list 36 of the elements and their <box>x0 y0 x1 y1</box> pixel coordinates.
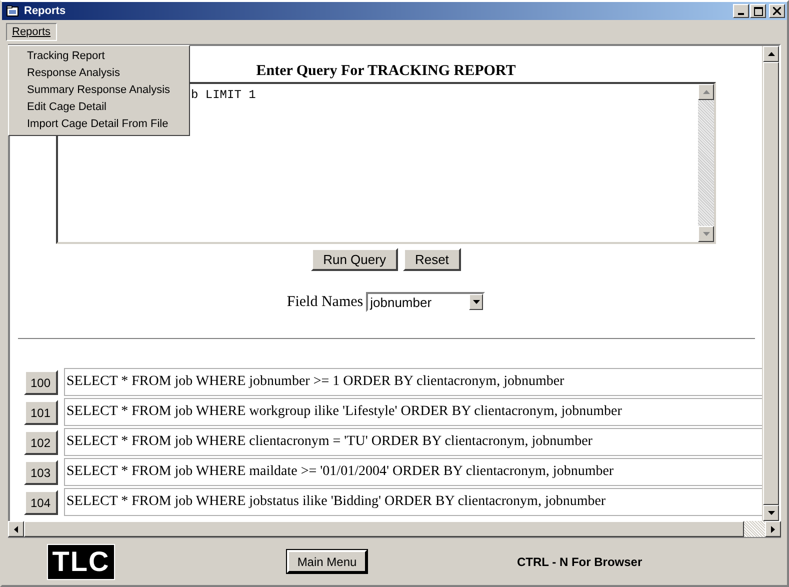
query-cell: SELECT * FROM job WHERE workgroup ilike 'Lifestyle' ORDER BY clientacronym, jobnumber <box>64 398 762 426</box>
menu-item[interactable]: Response Analysis <box>9 65 189 82</box>
keyboard-hint: CTRL - N For Browser <box>517 554 642 568</box>
query-id-button[interactable]: 102 <box>24 430 58 455</box>
query-id-button[interactable]: 104 <box>24 490 58 515</box>
close-button[interactable] <box>769 4 785 18</box>
query-id-button[interactable]: 100 <box>24 370 58 395</box>
menu-bar-item[interactable]: Reports <box>6 23 57 41</box>
company-logo: TLC <box>47 544 115 580</box>
main-menu-button[interactable]: Main Menu <box>287 550 367 573</box>
form-button[interactable]: Run Query <box>311 248 398 271</box>
query-cell: SELECT * FROM job WHERE jobstatus ilike 'Bidding' ORDER BY clientacronym, jobnumber <box>64 488 762 516</box>
form-button[interactable]: Reset <box>402 248 461 271</box>
text-area-scrollbar[interactable] <box>698 84 714 242</box>
maximize-icon <box>754 6 762 16</box>
left-arrow-icon <box>14 526 18 532</box>
query-cell: SELECT * FROM job WHERE maildate >= '01/01/2004' ORDER BY clientacronym, jobnumber <box>64 458 762 486</box>
down-arrow-icon <box>702 232 710 236</box>
query-id-button[interactable]: 101 <box>24 400 58 425</box>
menu-item[interactable]: Tracking Report <box>9 48 189 65</box>
minimize-button[interactable] <box>733 4 749 18</box>
window-title: Reports <box>24 5 67 17</box>
up-arrow-icon <box>702 90 710 94</box>
query-cell: SELECT * FROM job WHERE jobnumber >= 1 ORDER BY clientacronym, jobnumber <box>64 368 762 396</box>
query-heading: Enter Query For TRACKING REPORT <box>256 63 516 81</box>
query-id-button[interactable]: 103 <box>24 460 58 485</box>
close-icon <box>773 7 781 15</box>
window-icon <box>6 5 20 17</box>
query-cell: SELECT * FROM job WHERE clientacronym = 'TU' ORDER BY clientacronym, jobnumber <box>64 428 762 456</box>
field-names-label: Field Names <box>286 294 364 310</box>
right-arrow-icon <box>771 526 775 532</box>
dropdown-arrow-icon <box>472 300 480 304</box>
field-names-dropdown[interactable]: jobnumber <box>366 292 486 312</box>
up-arrow-icon <box>768 52 774 56</box>
maximize-button[interactable] <box>750 4 766 18</box>
down-arrow-icon <box>768 511 774 515</box>
